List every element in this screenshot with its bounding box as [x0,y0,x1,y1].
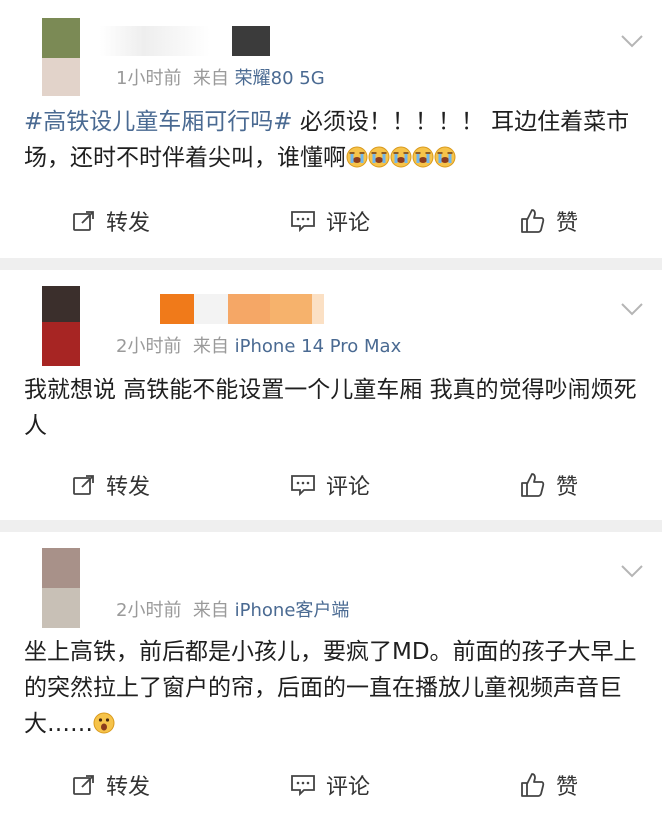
username-redacted[interactable] [160,294,324,324]
comment-label: 评论 [326,475,371,500]
post-content: 我就想说 高铁能不能设置一个儿童车厢 我真的觉得吵闹烦死人 [24,372,640,444]
repost-label: 转发 [106,211,151,236]
shocked-face-emoji-icon [93,712,115,734]
comment-icon [291,475,315,497]
post-time: 2小时前 [116,600,182,621]
avatar[interactable] [42,548,80,628]
like-label: 赞 [556,775,579,800]
comment-button[interactable]: 评论 [290,762,370,808]
post-text: 我就想说 高铁能不能设置一个儿童车厢 我真的觉得吵闹烦死人 [24,377,637,439]
post-time: 2小时前 [116,336,182,357]
crying-face-emoji-icon [390,146,412,168]
source-device[interactable]: iPhone客户端 [235,600,350,621]
post-meta: 1小时前 来自 荣耀80 5G [116,64,325,90]
avatar[interactable] [42,18,80,96]
comment-label: 评论 [326,775,371,800]
post-meta: 2小时前 来自 iPhone 14 Pro Max [116,332,401,358]
emoji-group [346,145,456,171]
emoji-group [93,711,115,737]
post-time: 1小时前 [116,68,182,89]
post-content: 坐上高铁，前后都是小孩儿，要疯了MD。前面的孩子大早上的突然拉上了窗户的帘，后面… [24,634,640,742]
repost-button[interactable]: 转发 [72,198,150,244]
crying-face-emoji-icon [412,146,434,168]
like-button[interactable]: 赞 [520,762,578,808]
action-bar: 转发 评论 赞 [0,762,662,808]
repost-label: 转发 [106,775,151,800]
source-prefix: 来自 [192,68,229,89]
crying-face-emoji-icon [346,146,368,168]
topic-link[interactable]: #高铁设儿童车厢可行吗# [24,109,293,135]
like-label: 赞 [556,211,579,236]
crying-face-emoji-icon [368,146,390,168]
chevron-down-icon[interactable] [620,302,644,316]
post-meta: 2小时前 来自 iPhone客户端 [116,596,349,622]
post-text: 坐上高铁，前后都是小孩儿，要疯了MD。前面的孩子大早上的突然拉上了窗户的帘，后面… [24,639,637,737]
repost-button[interactable]: 转发 [72,762,150,808]
thumbs-up-icon [521,473,545,497]
thumbs-up-icon [521,209,545,233]
crying-face-emoji-icon [434,146,456,168]
like-button[interactable]: 赞 [520,462,578,508]
comment-icon [291,775,315,797]
post-separator [0,520,662,532]
source-device[interactable]: 荣耀80 5G [235,68,325,89]
action-bar: 转发 评论 赞 [0,198,662,244]
like-button[interactable]: 赞 [520,198,578,244]
action-bar: 转发 评论 赞 [0,462,662,508]
like-label: 赞 [556,475,579,500]
repost-icon [73,211,94,231]
post-card: 2小时前 来自 iPhone 14 Pro Max 我就想说 高铁能不能设置一个… [0,270,662,520]
chevron-down-icon[interactable] [620,34,644,48]
comment-button[interactable]: 评论 [290,198,370,244]
thumbs-up-icon [521,773,545,797]
repost-label: 转发 [106,475,151,500]
avatar[interactable] [42,286,80,366]
chevron-down-icon[interactable] [620,564,644,578]
source-prefix: 来自 [192,336,229,357]
post-card: 2小时前 来自 iPhone客户端 坐上高铁，前后都是小孩儿，要疯了MD。前面的… [0,532,662,816]
post-content: #高铁设儿童车厢可行吗# 必须设！！！！！ 耳边住着菜市场，还时不时伴着尖叫，谁… [24,104,640,176]
source-device[interactable]: iPhone 14 Pro Max [235,336,402,357]
repost-icon [73,475,94,495]
repost-icon [73,775,94,795]
post-card: 1小时前 来自 荣耀80 5G #高铁设儿童车厢可行吗# 必须设！！！！！ 耳边… [0,0,662,258]
post-separator [0,258,662,270]
comment-button[interactable]: 评论 [290,462,370,508]
comment-icon [291,211,315,233]
source-prefix: 来自 [192,600,229,621]
repost-button[interactable]: 转发 [72,462,150,508]
comment-label: 评论 [326,211,371,236]
username-redacted[interactable] [100,26,270,56]
